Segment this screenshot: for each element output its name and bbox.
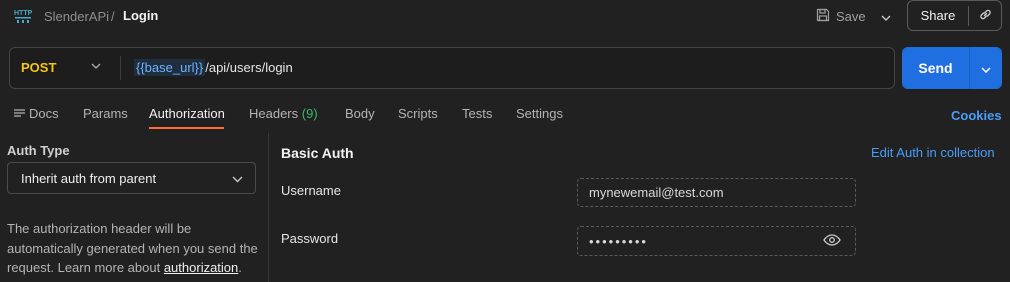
tab-body[interactable]: Body [345, 106, 375, 121]
breadcrumb-request-name[interactable]: Login [123, 8, 158, 23]
send-options-button[interactable] [970, 61, 1002, 76]
tab-label: Headers [249, 106, 299, 121]
link-icon [978, 7, 993, 25]
panel-divider [268, 133, 269, 282]
password-field[interactable] [577, 226, 856, 256]
tab-headers[interactable]: Headers (9) [249, 106, 318, 121]
chevron-down-icon[interactable] [90, 60, 102, 75]
tab-docs[interactable]: Docs [14, 106, 59, 122]
edit-auth-in-collection-link[interactable]: Edit Auth in collection [871, 145, 995, 160]
password-label: Password [281, 231, 339, 246]
svg-text:HTTP: HTTP [14, 10, 32, 17]
tab-scripts[interactable]: Scripts [398, 106, 438, 121]
auth-type-select[interactable]: Inherit auth from parent [7, 162, 256, 194]
headers-count-badge: (9) [301, 106, 318, 121]
save-icon [816, 8, 830, 25]
url-path: /api/users/login [205, 60, 293, 75]
tab-params[interactable]: Params [83, 106, 128, 121]
basic-auth-title: Basic Auth [281, 145, 354, 161]
send-button[interactable]: Send [902, 60, 969, 76]
save-button[interactable]: Save [816, 5, 866, 27]
chevron-down-icon [981, 61, 991, 76]
method-select[interactable]: POST [21, 60, 56, 75]
tab-label: Docs [29, 106, 59, 121]
http-icon: HTTP [14, 8, 33, 24]
chevron-down-icon [881, 9, 891, 24]
share-group: Share [907, 0, 1002, 31]
authorization-doc-link[interactable]: authorization [164, 260, 238, 275]
cookies-link[interactable]: Cookies [951, 108, 1002, 123]
share-button[interactable]: Share [908, 8, 968, 23]
send-group: Send [902, 47, 1002, 89]
active-tab-indicator [149, 127, 224, 129]
eye-icon[interactable] [823, 233, 841, 250]
auth-type-value: Inherit auth from parent [21, 170, 157, 186]
divider [120, 56, 121, 80]
tab-authorization[interactable]: Authorization [149, 106, 225, 121]
username-field[interactable] [577, 178, 856, 207]
breadcrumb-collection[interactable]: SlenderAPi [44, 9, 109, 24]
url-input[interactable]: {{base_url}}/api/users/login [134, 59, 293, 76]
save-options-button[interactable] [876, 6, 896, 26]
copy-link-button[interactable] [969, 7, 1001, 25]
save-label: Save [836, 8, 866, 24]
breadcrumb-separator: / [111, 9, 115, 24]
auth-type-label: Auth Type [7, 143, 70, 158]
auth-help-suffix: . [238, 260, 242, 275]
docs-icon [14, 107, 25, 122]
url-variable: {{base_url}} [134, 59, 206, 76]
username-label: Username [281, 183, 341, 198]
chevron-down-icon [232, 171, 243, 186]
tab-tests[interactable]: Tests [462, 106, 492, 121]
auth-help-text: The authorization header will be automat… [7, 219, 262, 278]
tab-settings[interactable]: Settings [516, 106, 563, 121]
